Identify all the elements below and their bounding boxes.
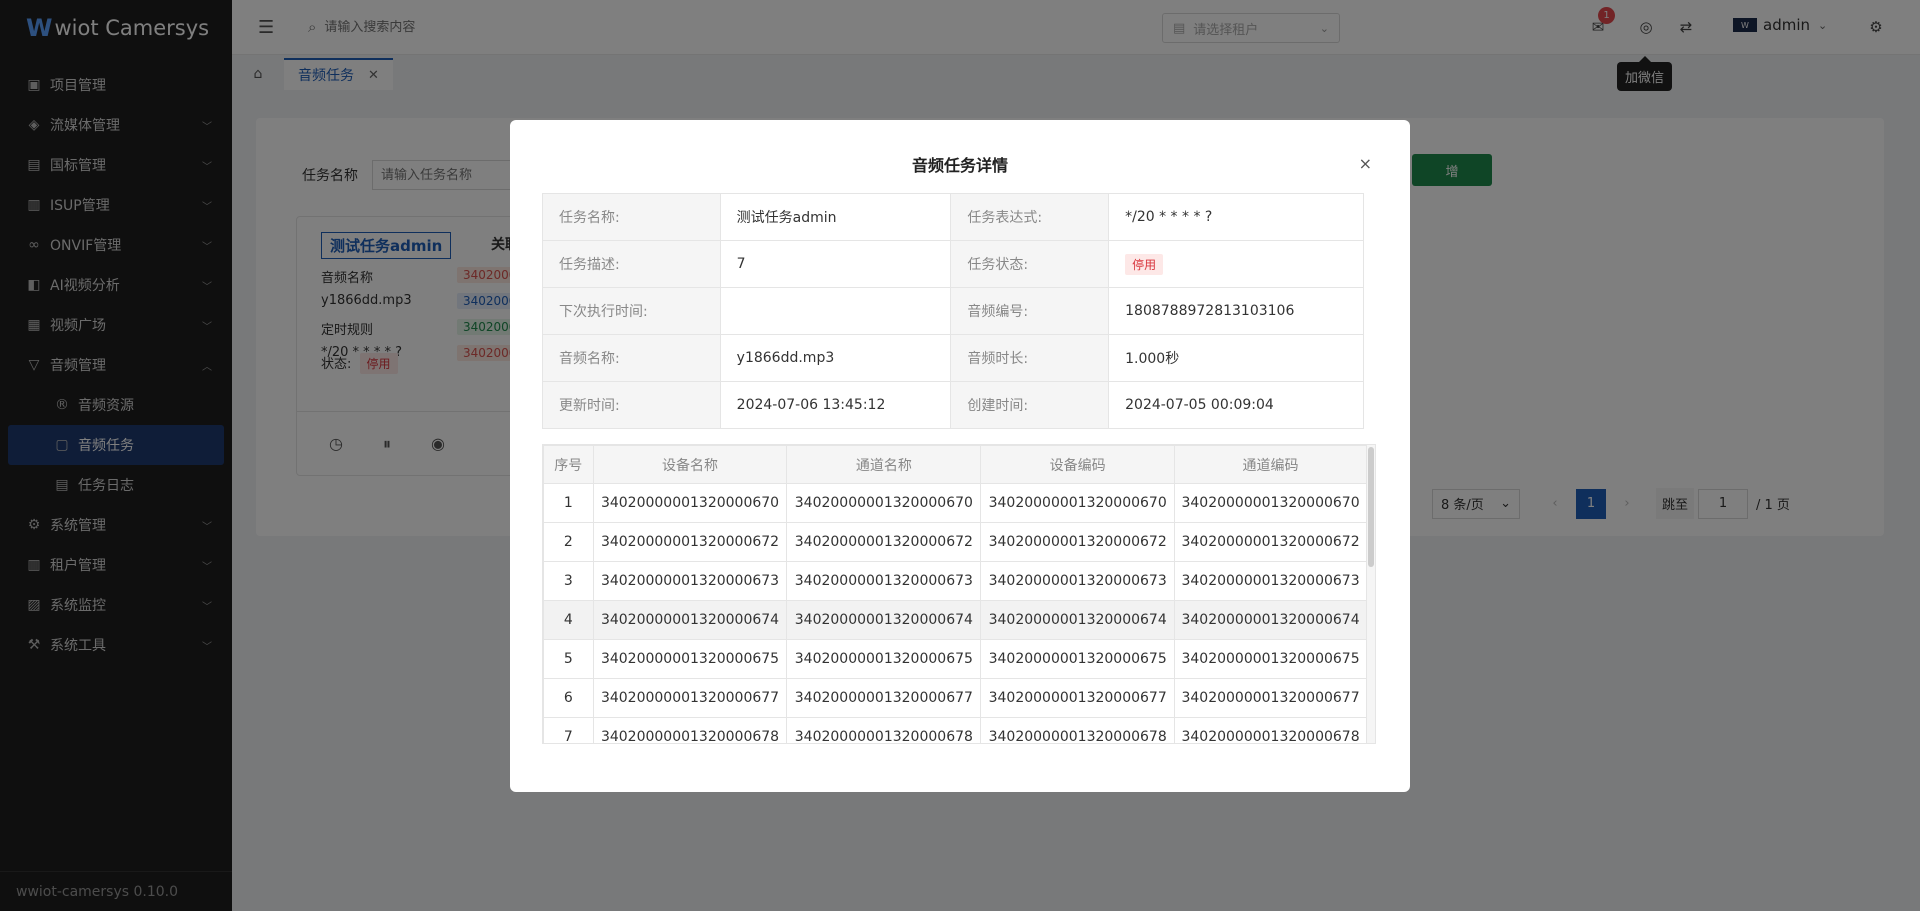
task-status-cell: 停用 xyxy=(1108,240,1364,288)
table-cell: 34020000001320000670 xyxy=(980,483,1176,523)
table-cell: 1 xyxy=(543,483,594,523)
task-detail-descriptions: 任务名称: 测试任务admin 任务表达式: */20 * * * * ? 任务… xyxy=(542,193,1364,429)
table-cell: 34020000001320000670 xyxy=(1174,483,1367,523)
task-desc-value: 7 xyxy=(719,240,952,288)
table-cell: 34020000001320000678 xyxy=(592,717,788,743)
table-cell: 34020000001320000672 xyxy=(980,522,1176,562)
next-run-value xyxy=(719,287,952,335)
column-header: 设备名称 xyxy=(592,445,788,484)
table-cell: 34020000001320000670 xyxy=(592,483,788,523)
task-desc-label: 任务描述: xyxy=(542,240,721,288)
table-cell: 34020000001320000672 xyxy=(1174,522,1367,562)
table-row[interactable]: 7 34020000001320000678 3402000000132000067… xyxy=(543,717,1367,743)
table-cell: 34020000001320000675 xyxy=(592,639,788,679)
table-cell: 2 xyxy=(543,522,594,562)
table-row[interactable]: 6 34020000001320000677 3402000000132000067… xyxy=(543,678,1367,718)
duration-label: 音频时长: xyxy=(950,334,1110,382)
audio-code-value: 1808788972813103106 xyxy=(1108,287,1364,335)
table-row[interactable]: 3 34020000001320000673 3402000000132000067… xyxy=(543,561,1367,601)
table-cell: 34020000001320000677 xyxy=(786,678,982,718)
table-cell: 34020000001320000674 xyxy=(786,600,982,640)
table-cell: 34020000001320000678 xyxy=(1174,717,1367,743)
audio-name-label: 音频名称: xyxy=(542,334,721,382)
table-cell: 34020000001320000672 xyxy=(786,522,982,562)
duration-value: 1.000秒 xyxy=(1108,334,1364,382)
device-table-container[interactable]: 序号 设备名称 通道名称 设备编码 通道编码 1 34020000001320000670… xyxy=(542,444,1376,744)
table-cell: 34020000001320000673 xyxy=(786,561,982,601)
table-cell: 34020000001320000674 xyxy=(592,600,788,640)
modal-title: 音频任务详情 xyxy=(911,156,1008,175)
table-cell: 34020000001320000674 xyxy=(980,600,1176,640)
table-cell: 6 xyxy=(543,678,594,718)
table-cell: 34020000001320000678 xyxy=(980,717,1176,743)
table-cell: 34020000001320000677 xyxy=(980,678,1176,718)
next-run-label: 下次执行时间: xyxy=(542,287,721,335)
task-expr-value: */20 * * * * ? xyxy=(1108,193,1364,241)
table-row[interactable]: 5 34020000001320000675 3402000000132000067… xyxy=(543,639,1367,679)
table-cell: 34020000001320000677 xyxy=(592,678,788,718)
created-value: 2024-07-05 00:09:04 xyxy=(1108,381,1364,429)
audio-name-value: y1866dd.mp3 xyxy=(719,334,952,382)
table-cell: 34020000001320000673 xyxy=(592,561,788,601)
table-cell: 34020000001320000674 xyxy=(1174,600,1367,640)
column-header: 序号 xyxy=(543,445,594,484)
audio-code-label: 音频编号: xyxy=(950,287,1110,335)
column-header: 通道编码 xyxy=(1174,445,1367,484)
task-name-value: 测试任务admin xyxy=(719,193,952,241)
table-row[interactable]: 4 34020000001320000674 3402000000132000067… xyxy=(543,600,1367,640)
table-row[interactable]: 1 34020000001320000670 3402000000132000067… xyxy=(543,483,1367,523)
table-scrollbar[interactable] xyxy=(1367,445,1375,743)
created-label: 创建时间: xyxy=(950,381,1110,429)
audio-task-detail-modal: 音频任务详情 × 任务名称: 测试任务admin 任务表达式: */20 * *… xyxy=(510,120,1410,792)
status-badge: 停用 xyxy=(1125,253,1164,275)
table-cell: 5 xyxy=(543,639,594,679)
table-cell: 34020000001320000673 xyxy=(980,561,1176,601)
table-cell: 34020000001320000675 xyxy=(786,639,982,679)
table-cell: 7 xyxy=(543,717,594,743)
table-cell: 3 xyxy=(543,561,594,601)
table-cell: 34020000001320000677 xyxy=(1174,678,1367,718)
task-name-label: 任务名称: xyxy=(542,193,721,241)
table-cell: 34020000001320000675 xyxy=(1174,639,1367,679)
table-cell: 34020000001320000673 xyxy=(1174,561,1367,601)
table-cell: 34020000001320000678 xyxy=(786,717,982,743)
table-cell: 4 xyxy=(543,600,594,640)
updated-value: 2024-07-06 13:45:12 xyxy=(719,381,952,429)
device-table: 序号 设备名称 通道名称 设备编码 通道编码 1 34020000001320000670… xyxy=(543,445,1367,743)
scrollbar-thumb[interactable] xyxy=(1368,447,1374,567)
column-header: 设备编码 xyxy=(980,445,1176,484)
table-cell: 34020000001320000672 xyxy=(592,522,788,562)
updated-label: 更新时间: xyxy=(542,381,721,429)
table-row[interactable]: 2 34020000001320000672 3402000000132000067… xyxy=(543,522,1367,562)
table-cell: 34020000001320000675 xyxy=(980,639,1176,679)
task-status-label: 任务状态: xyxy=(950,240,1110,288)
column-header: 通道名称 xyxy=(786,445,982,484)
close-icon[interactable]: × xyxy=(1359,154,1372,173)
task-expr-label: 任务表达式: xyxy=(950,193,1110,241)
table-cell: 34020000001320000670 xyxy=(786,483,982,523)
